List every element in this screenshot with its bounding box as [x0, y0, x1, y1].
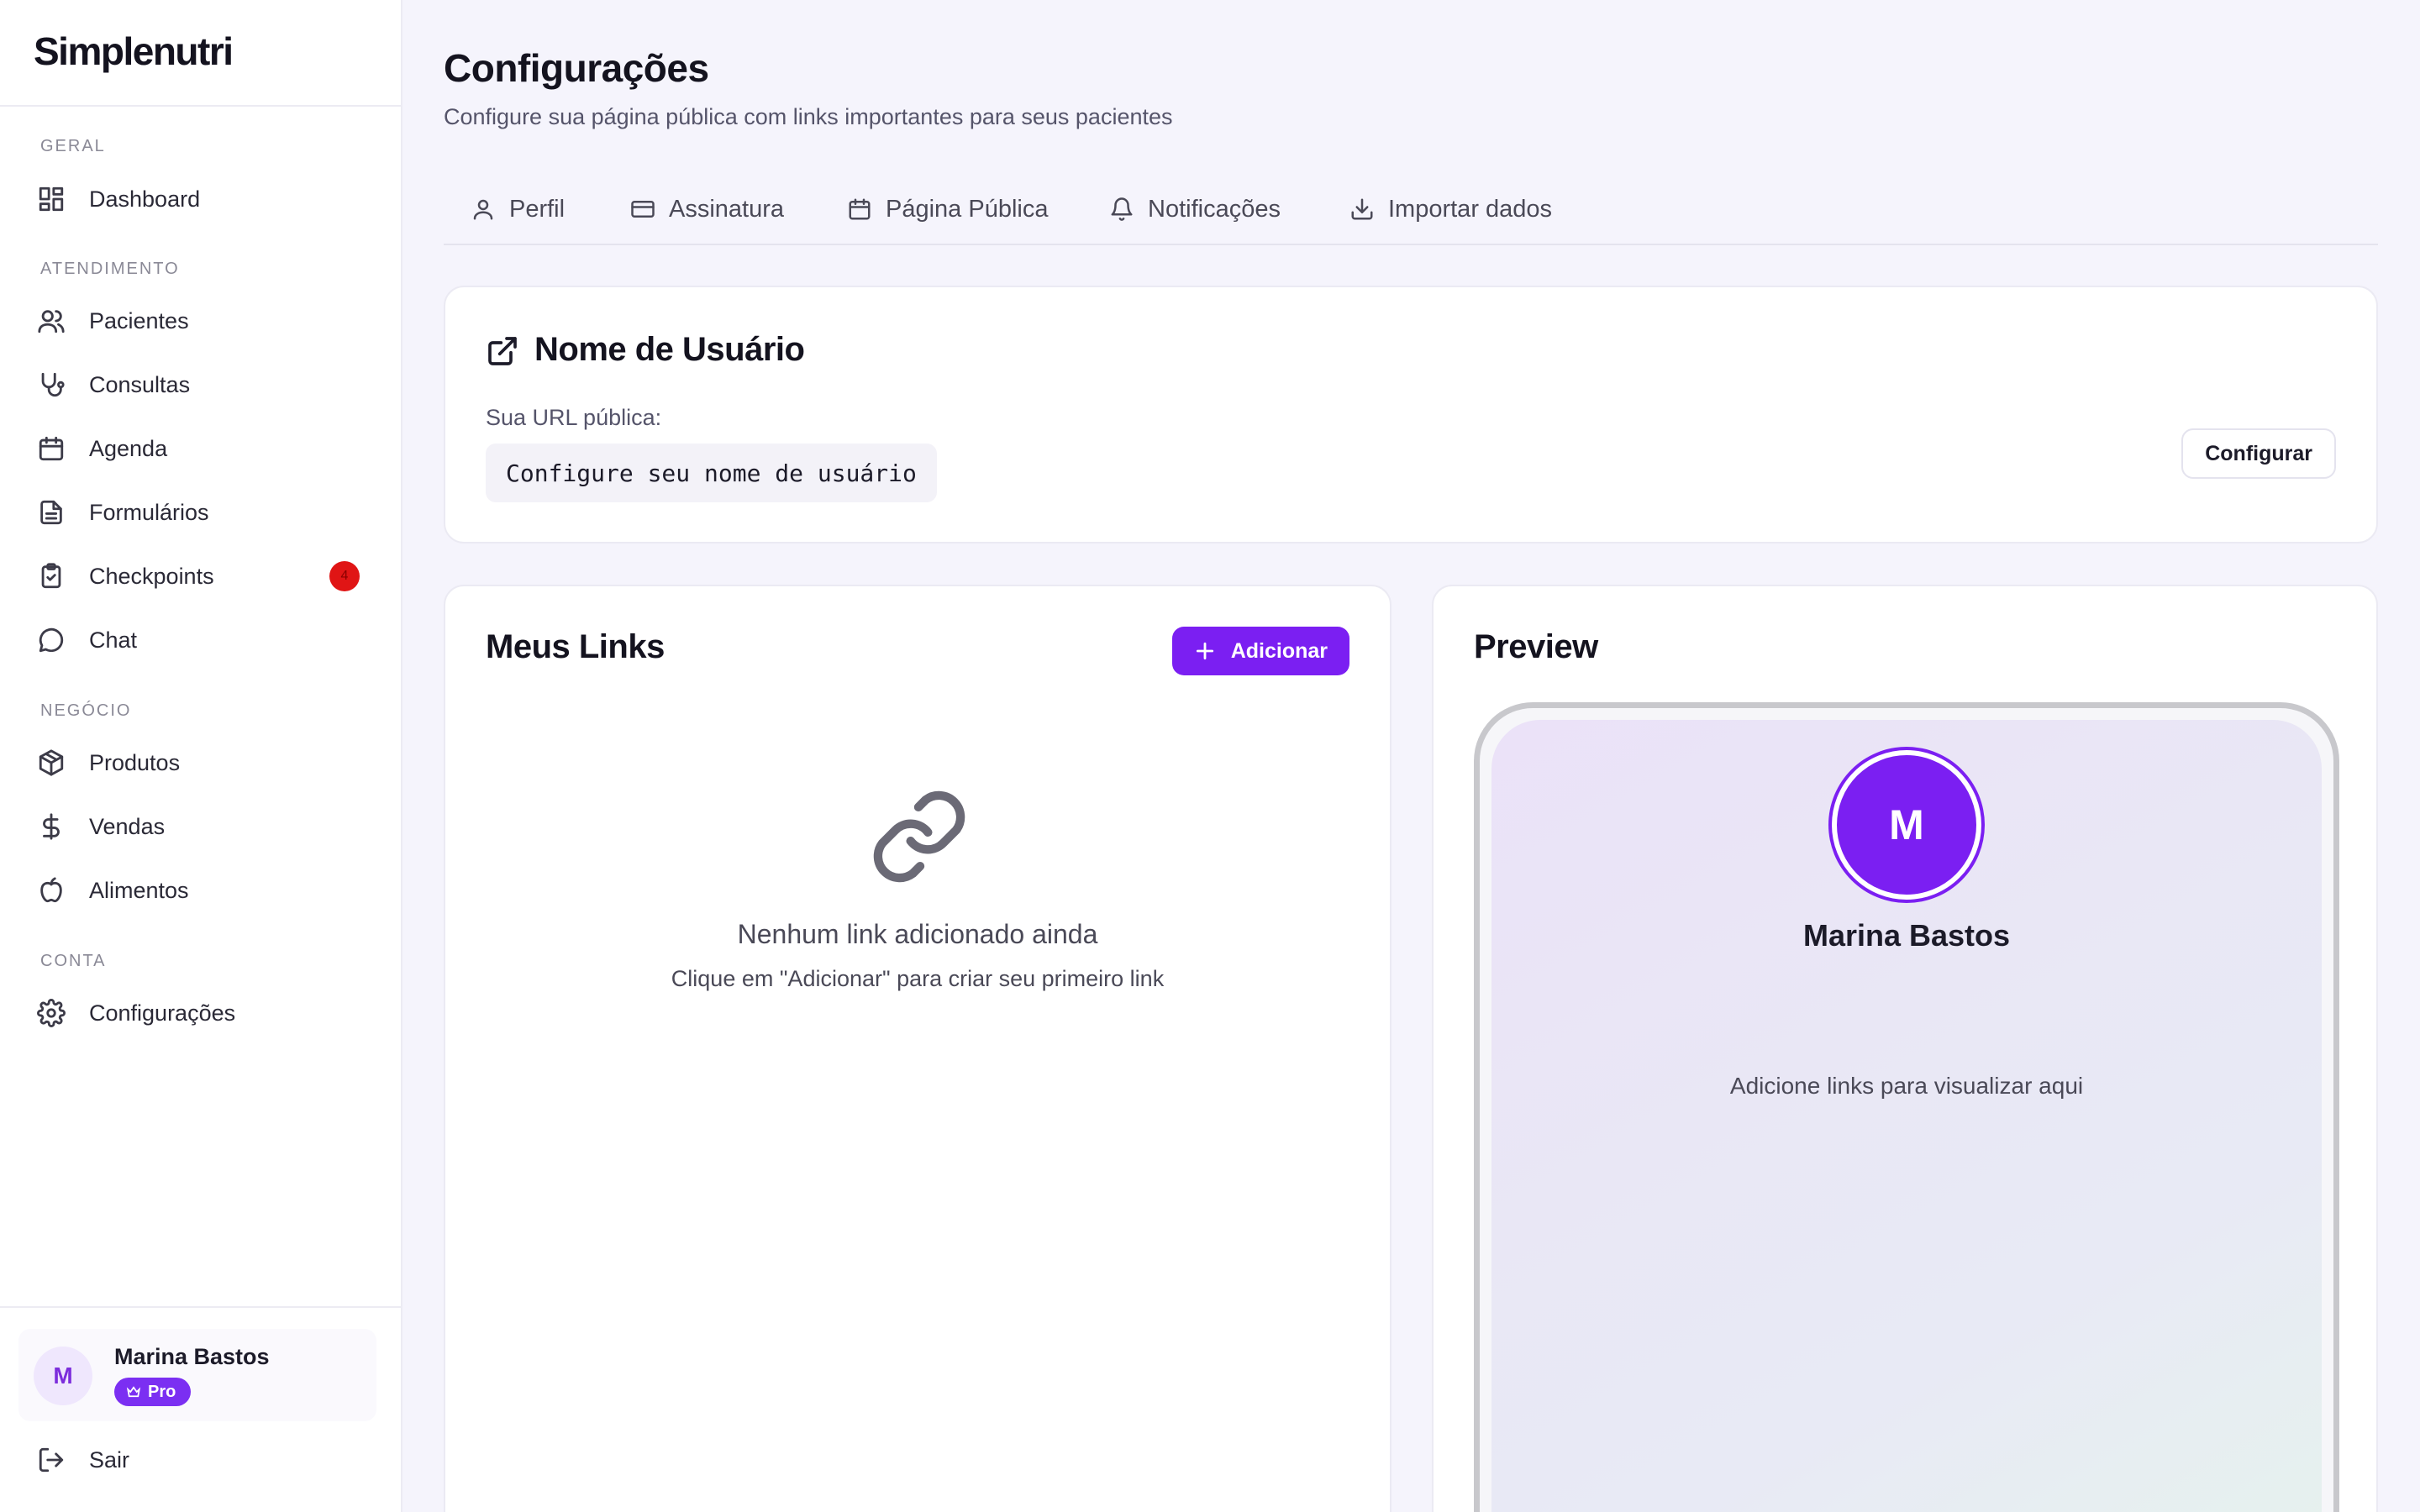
sidebar-item-label: Pacientes — [89, 307, 189, 333]
url-label: Sua URL pública: — [486, 405, 662, 430]
plan-label: Pro — [148, 1382, 176, 1401]
preview-card: Preview M Marina Bastos Adicione links p… — [1432, 585, 2378, 1512]
sidebar-divider — [0, 1306, 402, 1308]
user-icon — [473, 199, 493, 220]
tab-label: Importar dados — [1388, 195, 1553, 223]
sidebar-item-label: Agenda — [89, 435, 168, 461]
sidebar-item-label: Chat — [89, 627, 138, 653]
page-subtitle: Configure sua página pública com links i… — [444, 104, 1173, 129]
page-title: Configurações — [444, 46, 709, 90]
sidebar-item-label: Produtos — [89, 749, 181, 775]
settings-tabs: Perfil Assinatura Página Pública Notific… — [444, 186, 2378, 245]
app-logo[interactable]: Simplenutri — [0, 0, 401, 107]
tab-assinatura[interactable]: Assinatura — [630, 186, 784, 232]
card-title: Meus Links — [486, 628, 665, 665]
sidebar-item-label: Dashboard — [89, 186, 201, 212]
section-geral: GERAL — [40, 137, 106, 155]
tab-pagina-publica[interactable]: Página Pública — [847, 186, 1048, 232]
sidebar-item-vendas[interactable]: Vendas — [37, 801, 373, 852]
clipboard-check-icon — [37, 558, 74, 595]
sidebar: Simplenutri GERAL Dashboard ATENDIMENTO … — [0, 0, 402, 1512]
sidebar-item-checkpoints[interactable]: Checkpoints 4 — [37, 551, 373, 601]
sidebar-item-label: Formulários — [89, 499, 209, 525]
button-label: Adicionar — [1230, 638, 1328, 663]
public-url: Configure seu nome de usuário — [486, 444, 937, 502]
empty-state-hint: Clique em "Adicionar" para criar seu pri… — [671, 966, 1165, 991]
section-conta: CONTA — [40, 952, 107, 970]
user-profile[interactable]: M Marina Bastos Pro — [18, 1329, 376, 1421]
sidebar-item-label: Checkpoints — [89, 563, 214, 589]
plan-badge: Pro — [114, 1378, 192, 1406]
sidebar-item-pacientes[interactable]: Pacientes — [37, 296, 373, 346]
dashboard-icon — [37, 181, 74, 218]
calendar-icon — [37, 430, 74, 467]
section-negocio: NEGÓCIO — [40, 701, 132, 720]
sidebar-item-dashboard[interactable]: Dashboard — [37, 174, 373, 224]
notification-badge: 4 — [329, 561, 360, 591]
crown-icon — [126, 1386, 141, 1398]
tab-perfil[interactable]: Perfil — [471, 186, 565, 232]
configure-button[interactable]: Configurar — [2181, 428, 2336, 479]
apple-icon — [37, 872, 74, 909]
tab-notificacoes[interactable]: Notificações — [1109, 186, 1281, 232]
phone-mockup: M Marina Bastos Adicione links para visu… — [1474, 702, 2339, 1512]
sidebar-item-formularios[interactable]: Formulários — [37, 487, 373, 538]
sidebar-item-alimentos[interactable]: Alimentos — [37, 865, 373, 916]
sidebar-item-label: Configurações — [89, 1000, 236, 1026]
external-link-icon — [486, 334, 519, 368]
sidebar-item-label: Alimentos — [89, 877, 189, 903]
link-icon — [867, 785, 971, 889]
tab-label: Notificações — [1148, 195, 1281, 223]
card-title: Preview — [1474, 628, 1598, 665]
sidebar-item-agenda[interactable]: Agenda — [37, 423, 373, 474]
sidebar-item-configuracoes[interactable]: Configurações — [37, 988, 373, 1038]
file-text-icon — [37, 494, 74, 531]
sidebar-item-label: Vendas — [89, 813, 166, 839]
tab-label: Perfil — [509, 195, 566, 223]
gear-icon — [37, 995, 74, 1032]
stethoscope-icon — [37, 366, 74, 403]
add-link-button[interactable]: Adicionar — [1171, 627, 1349, 675]
plus-icon — [1196, 642, 1213, 660]
tab-label: Assinatura — [669, 195, 785, 223]
bell-icon — [1111, 197, 1133, 221]
sidebar-item-produtos[interactable]: Produtos — [37, 738, 373, 788]
avatar: M — [34, 1347, 92, 1405]
logout-icon — [37, 1441, 74, 1478]
preview-empty-hint: Adicione links para visualizar aqui — [1729, 1073, 2084, 1099]
card-title: Nome de Usuário — [534, 331, 805, 368]
download-icon — [1351, 198, 1373, 220]
logout-button[interactable]: Sair — [37, 1435, 373, 1485]
sidebar-item-consultas[interactable]: Consultas — [37, 360, 373, 410]
tab-label: Página Pública — [886, 195, 1049, 223]
package-icon — [37, 744, 74, 781]
username-card: Nome de Usuário Sua URL pública: Configu… — [444, 286, 2378, 543]
tab-importar[interactable]: Importar dados — [1349, 186, 1552, 232]
chat-icon — [37, 622, 74, 659]
credit-card-icon — [631, 201, 655, 218]
preview-avatar: M — [1832, 750, 1981, 900]
users-icon — [37, 302, 74, 339]
calendar-icon — [849, 198, 871, 220]
preview-name: Marina Bastos — [1802, 918, 2011, 953]
links-card: Meus Links Adicionar Nenhum link adicion… — [444, 585, 1392, 1512]
sidebar-item-chat[interactable]: Chat — [37, 615, 373, 665]
phone-screen: M Marina Bastos Adicione links para visu… — [1491, 720, 2322, 1512]
user-name: Marina Bastos — [114, 1344, 270, 1369]
empty-state-title: Nenhum link adicionado ainda — [737, 919, 1098, 949]
dollar-icon — [37, 808, 74, 845]
section-atendimento: ATENDIMENTO — [40, 260, 180, 278]
sidebar-item-label: Consultas — [89, 371, 191, 397]
logout-label: Sair — [89, 1446, 130, 1473]
